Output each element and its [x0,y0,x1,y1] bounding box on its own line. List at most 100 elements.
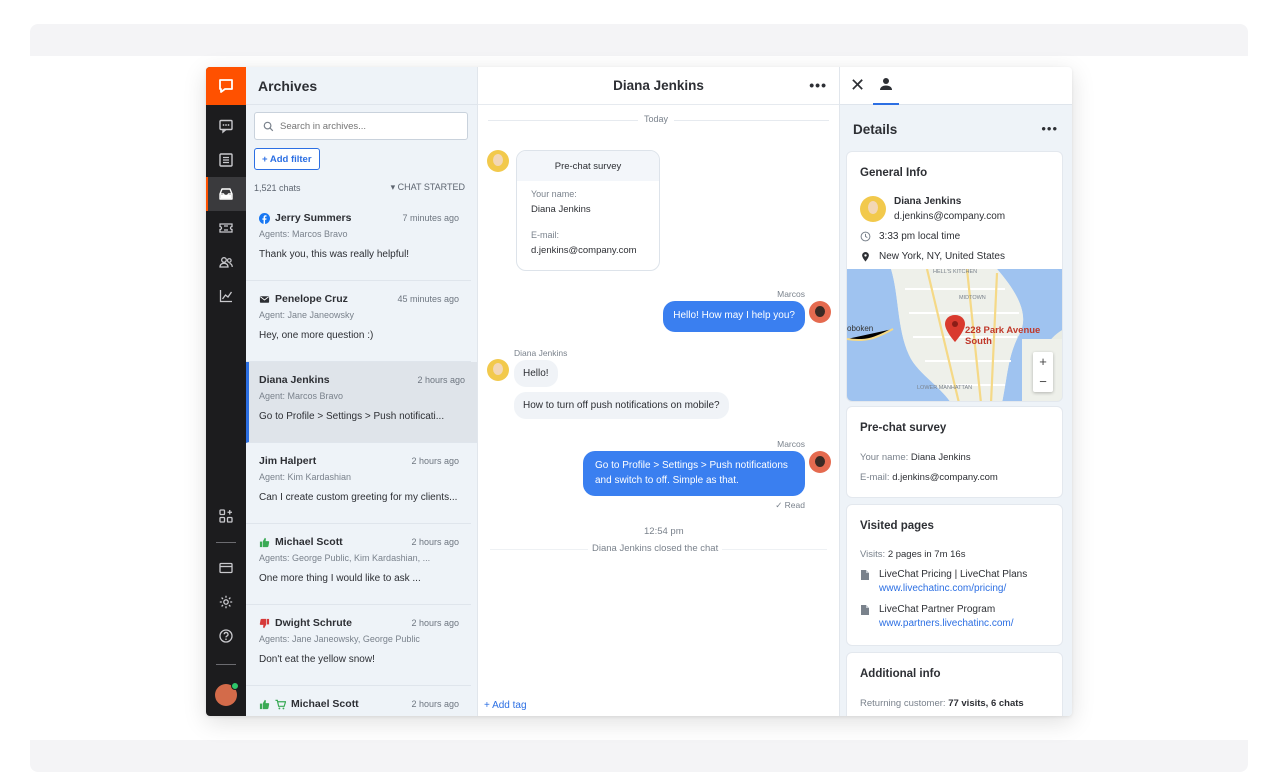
card-title: Pre-chat survey [860,422,947,434]
page-title: LiveChat Partner Program [879,604,996,615]
chat-list-item[interactable]: Jerry Summers 7 minutes ago Agents: Marc… [246,200,471,281]
survey-email-value: d.jenkins@company.com [531,245,637,256]
returning-customer-label: Returning customer: [860,698,946,709]
customer-email: d.jenkins@company.com [894,211,1006,222]
day-label: Today [638,114,675,124]
user-avatar[interactable] [215,682,239,706]
visited-page-item: LiveChat Partner Program www.partners.li… [860,604,1014,629]
chat-time: 2 hours ago [417,375,465,385]
list-icon[interactable] [206,143,246,177]
page-url-link[interactable]: www.partners.livechatinc.com/ [879,618,1014,629]
chat-name: Michael Scott [291,698,359,710]
more-options-icon[interactable]: ••• [1041,121,1058,136]
customer-avatar [860,196,886,222]
map-label-hells-kitchen: HELL'S KITCHEN [933,269,977,275]
livechat-logo[interactable] [206,67,246,105]
location-map[interactable]: oboken LOWER MANHATTAN HELL'S KITCHEN MI… [847,269,1062,401]
customer-message: Hello! [514,360,558,387]
map-label-manhattan: LOWER MANHATTAN [917,385,972,391]
chat-list-item-selected[interactable]: Diana Jenkins 2 hours ago Agent: Marcos … [246,362,477,443]
sort-label: CHAT STARTED [397,182,465,192]
chat-preview: Don't eat the yellow snow! [259,654,375,665]
details-title: Details [853,122,898,137]
agent-message: Go to Profile > Settings > Push notifica… [583,451,805,496]
chat-time: 7 minutes ago [402,213,459,223]
search-icon [263,121,274,131]
zoom-out-icon[interactable]: − [1033,372,1053,392]
thumbs-down-icon [259,618,270,628]
chats-icon[interactable] [206,109,246,143]
location-row: New York, NY, United States [860,251,1005,262]
search-input[interactable] [280,120,450,132]
pre-chat-survey-details-card: Pre-chat survey Your name: Diana Jenkins… [846,406,1063,498]
map-zoom-controls[interactable]: + − [1033,352,1053,392]
settings-icon[interactable] [206,585,246,619]
message-sender: Marcos [777,289,805,299]
chat-preview: Hey, one more question :) [259,330,374,341]
chat-list-item[interactable]: Penelope Cruz 45 minutes ago Agent: Jane… [246,281,471,362]
chat-preview: Thank you, this was really helpful! [259,249,410,260]
survey-name-label: Your name: [531,189,577,199]
reports-icon[interactable] [206,279,246,313]
facebook-icon [259,212,270,224]
add-tag-button[interactable]: + Add tag [484,700,527,711]
zoom-in-icon[interactable]: + [1033,352,1053,372]
visits-value: 2 pages in 7m 16s [887,549,966,560]
survey-email-value: d.jenkins@company.com [892,472,998,483]
local-time: 3:33 pm local time [879,231,961,242]
chat-agents: Agent: Jane Janeowsky [259,310,355,320]
customer-tab[interactable] [873,77,899,105]
chat-name: Diana Jenkins [259,374,330,386]
archives-title: Archives [246,67,477,105]
customer-avatar [487,359,509,381]
survey-email-label: E-mail: [860,472,890,483]
search-box[interactable] [254,112,468,140]
card-title: Visited pages [860,520,934,532]
message-sender: Marcos [777,439,805,449]
close-icon[interactable]: ✕ [850,76,865,94]
chat-preview: Can I create custom greeting for my clie… [259,492,458,503]
chat-name: Jim Halpert [259,455,317,467]
survey-title: Pre-chat survey [517,151,659,181]
customers-icon[interactable] [206,245,246,279]
archives-panel: Archives + Add filter 1,521 chats ▾ CHAT… [246,67,478,716]
chat-count: 1,521 chats [254,183,301,193]
more-options-icon[interactable]: ••• [809,77,827,93]
chat-time: 2 hours ago [411,618,459,628]
map-address-label: 228 Park Avenue South [965,325,1041,347]
customer-avatar [487,150,509,172]
add-filter-button[interactable]: + Add filter [254,148,320,170]
sort-dropdown[interactable]: ▾ CHAT STARTED [391,182,465,193]
conversation-panel: Diana Jenkins ••• Today Pre-chat survey … [478,67,840,716]
chat-time: 2 hours ago [411,699,459,709]
general-info-card: General Info Diana Jenkins d.jenkins@com… [846,151,1063,402]
background-band-bottom [30,740,1248,772]
chat-preview: One more thing I would like to ask ... [259,573,421,584]
agent-avatar [809,301,831,323]
customer-name: Diana Jenkins [894,196,962,207]
returning-customer-value: 77 visits, 6 chats [948,698,1024,709]
chat-closed-label: Diana Jenkins closed the chat [588,543,723,554]
left-navigation [206,67,246,716]
chat-list-item[interactable]: Michael Scott 2 hours ago Agents: George… [246,524,471,605]
closed-time: 12:54 pm [644,526,684,537]
archives-icon[interactable] [206,177,246,211]
chat-list-item[interactable]: Dwight Schrute 2 hours ago Agents: Jane … [246,605,471,686]
map-label-hoboken: oboken [847,324,873,333]
pre-chat-survey-card: Pre-chat survey Your name: Diana Jenkins… [516,150,660,271]
chat-list-item[interactable]: Jim Halpert 2 hours ago Agent: Kim Karda… [246,443,471,524]
chat-agents: Agents: Marcos Bravo [259,229,348,239]
tickets-icon[interactable] [206,211,246,245]
visited-pages-card: Visited pages Visits: 2 pages in 7m 16s … [846,504,1063,646]
conversation-header: Diana Jenkins ••• [478,67,839,105]
mail-icon [259,295,270,303]
document-icon [861,570,869,580]
apps-icon[interactable] [206,499,246,533]
help-icon[interactable] [206,619,246,653]
billing-icon[interactable] [206,551,246,585]
chat-name: Michael Scott [275,536,343,548]
chat-list-item[interactable]: Michael Scott 2 hours ago [246,686,471,716]
chat-agents: Agents: Jane Janeowsky, George Public [259,634,420,644]
page-url-link[interactable]: www.livechatinc.com/pricing/ [879,583,1027,594]
chat-time: 2 hours ago [411,537,459,547]
